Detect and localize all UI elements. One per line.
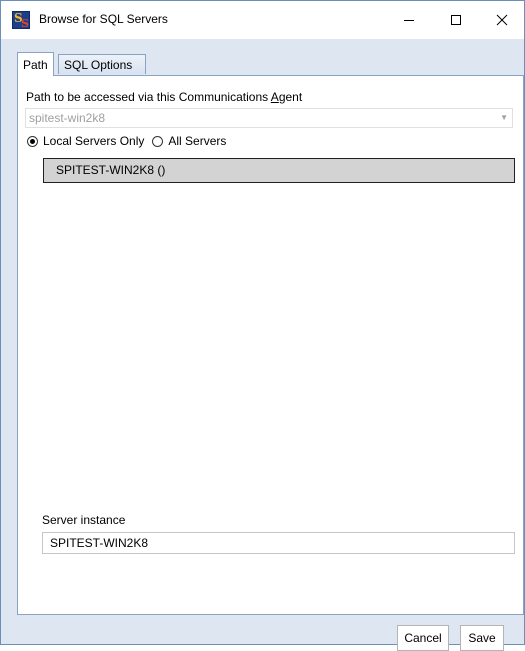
- close-icon: [496, 14, 508, 26]
- server-instance-label: Server instance: [42, 513, 126, 527]
- save-button[interactable]: Save: [460, 625, 504, 651]
- combo-value: spitest-win2k8: [29, 111, 106, 125]
- server-scope-radio-group: Local Servers Only All Servers: [27, 132, 234, 150]
- path-tab-panel: Path to be accessed via this Communicati…: [17, 75, 524, 615]
- server-instance-field[interactable]: SPITEST-WIN2K8: [42, 532, 515, 554]
- all-servers-radio[interactable]: [152, 135, 164, 147]
- local-servers-label[interactable]: Local Servers Only: [43, 134, 144, 148]
- tab-path[interactable]: Path: [17, 52, 54, 76]
- local-servers-radio[interactable]: [27, 135, 38, 147]
- all-servers-label[interactable]: All Servers: [168, 134, 226, 148]
- path-label-prefix: Path to be accessed via this Communicati…: [26, 90, 271, 104]
- sqs-logo-icon: SS: [12, 11, 30, 29]
- maximize-button[interactable]: [433, 1, 479, 39]
- close-button[interactable]: [479, 1, 525, 39]
- list-item[interactable]: SPITEST-WIN2K8 (): [43, 158, 515, 183]
- minimize-button[interactable]: [386, 1, 432, 39]
- browse-sql-servers-window: SS Browse for SQL Servers Path SQL Optio…: [0, 0, 525, 651]
- server-list[interactable]: SPITEST-WIN2K8 (): [43, 158, 515, 495]
- maximize-icon: [451, 15, 461, 25]
- communications-agent-combo[interactable]: spitest-win2k8 ▼: [25, 108, 513, 128]
- path-label-accelerator: A: [270, 90, 279, 104]
- dialog-content: Path SQL Options Path to be accessed via…: [9, 40, 524, 651]
- path-label: Path to be accessed via this Communicati…: [26, 90, 302, 104]
- tab-sql-options[interactable]: SQL Options: [58, 54, 146, 74]
- minimize-icon: [404, 20, 414, 21]
- cancel-button[interactable]: Cancel: [397, 625, 449, 651]
- window-title: Browse for SQL Servers: [39, 12, 168, 26]
- title-bar: SS Browse for SQL Servers: [1, 1, 524, 39]
- chevron-down-icon[interactable]: ▼: [500, 109, 508, 127]
- path-label-suffix: gent: [278, 90, 303, 104]
